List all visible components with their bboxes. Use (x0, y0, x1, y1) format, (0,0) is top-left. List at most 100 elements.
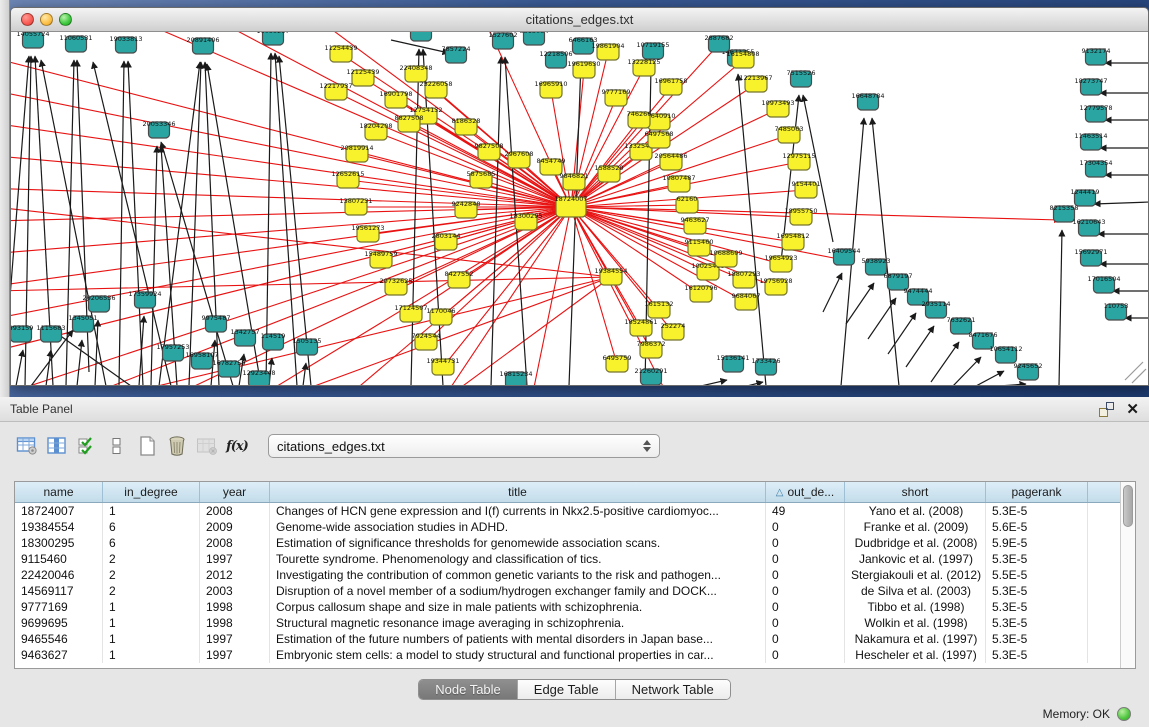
column-header-year[interactable]: year (200, 482, 270, 502)
control-panel-divider[interactable] (0, 0, 10, 397)
table-row[interactable]: 1830029562008Estimation of significance … (15, 535, 1120, 551)
cited-node[interactable]: 12652615 (331, 170, 364, 188)
close-panel-icon[interactable]: ✕ (1126, 402, 1139, 417)
cited-node[interactable]: 7924544 (412, 332, 441, 350)
column-header-pagerank[interactable]: pagerank (986, 482, 1088, 502)
cited-node[interactable]: 5875685 (467, 170, 496, 188)
column-visibility-icon[interactable] (44, 433, 70, 459)
tab-network-table[interactable]: Network Table (616, 680, 730, 699)
float-panel-icon[interactable] (1099, 402, 1114, 417)
cited-node[interactable]: 9846821 (560, 172, 589, 190)
table-row[interactable]: 1938455462009Genome-wide association stu… (15, 519, 1120, 535)
table-row[interactable]: 946362711997Embryonic stem cells: a mode… (15, 647, 1120, 663)
cited-node[interactable]: 9154401 (792, 180, 821, 198)
citing-node[interactable]: 18273747 (1074, 77, 1107, 95)
table-row[interactable]: 1456911722003Disruption of a novel membe… (15, 583, 1120, 599)
citation-network-graph[interactable]: 1405572411060531190338132089140616055287… (11, 32, 1149, 386)
citing-node[interactable]: 10653287 (404, 32, 437, 41)
table-row[interactable]: 946554611997Estimation of the future num… (15, 631, 1120, 647)
citing-node[interactable]: 1505135 (293, 337, 322, 355)
cited-node[interactable]: 16120796 (684, 284, 717, 302)
citing-node[interactable]: 19033813 (109, 35, 142, 53)
citing-node[interactable]: 1733426 (752, 357, 781, 375)
citing-node[interactable]: 1345051 (69, 314, 98, 332)
cited-node[interactable]: 8827508 (395, 114, 424, 132)
citing-node[interactable]: 9975487 (202, 314, 231, 332)
cited-node[interactable]: 9242848 (452, 200, 481, 218)
cited-node[interactable]: 7485063 (775, 125, 804, 143)
scrollbar-thumb[interactable] (1123, 485, 1133, 527)
citing-node[interactable]: 16815234 (499, 370, 532, 386)
delete-column-icon[interactable] (164, 433, 190, 459)
cited-node[interactable]: 19384554 (594, 267, 627, 285)
column-header-in_degree[interactable]: in_degree (103, 482, 200, 502)
citing-node[interactable]: 7515526 (787, 69, 816, 87)
cited-node[interactable]: 15489759 (364, 250, 397, 268)
cited-node[interactable]: 18807293 (727, 270, 760, 288)
citing-node[interactable]: 11060531 (59, 34, 92, 52)
citing-node[interactable]: 1527602 (489, 32, 518, 49)
cited-node[interactable]: 16961758 (654, 77, 687, 95)
table-row[interactable]: 911546021997Tourette syndrome. Phenomeno… (15, 551, 1120, 567)
cited-node[interactable]: 9463627 (681, 216, 710, 234)
cited-node[interactable]: 2803144 (432, 232, 461, 250)
citing-node[interactable]: 1342757 (231, 328, 260, 346)
cited-node[interactable]: 18955750 (784, 207, 817, 225)
citing-node[interactable]: 20206536 (82, 294, 115, 312)
citing-node[interactable]: 15692971 (1074, 248, 1107, 266)
citing-node[interactable]: 14055724 (16, 32, 49, 48)
tab-node-table[interactable]: Node Table (419, 680, 518, 699)
cited-node[interactable]: 10807487 (662, 174, 695, 192)
table-settings-icon[interactable] (14, 433, 40, 459)
cited-node[interactable]: 20732625 (379, 277, 412, 295)
table-row[interactable]: 1872400712008Changes of HCN gene express… (15, 503, 1120, 519)
unselect-rows-icon[interactable] (104, 433, 130, 459)
new-column-icon[interactable] (134, 433, 160, 459)
cited-node[interactable]: 20819914 (340, 144, 373, 162)
cited-node[interactable]: 19619630 (567, 60, 600, 78)
table-selector-dropdown[interactable]: citations_edges.txt (268, 434, 660, 458)
citing-node[interactable]: 17016504 (1087, 275, 1120, 293)
cited-node[interactable]: 62160 (676, 195, 698, 213)
cited-node[interactable]: 1170046 (427, 307, 456, 325)
cited-node[interactable]: 9684067 (732, 292, 761, 310)
citing-node[interactable]: 10719155 (636, 41, 669, 59)
citing-node[interactable]: 15136141 (716, 354, 749, 372)
citing-node[interactable]: 10654112 (989, 345, 1022, 363)
cited-node[interactable]: 19756928 (759, 277, 792, 295)
cited-node[interactable]: 9777169 (602, 88, 631, 106)
citing-node[interactable]: 110753 (1104, 302, 1129, 320)
citing-node[interactable]: 12779578 (1079, 104, 1112, 122)
cited-node[interactable]: 12213967 (739, 74, 772, 92)
cited-node[interactable]: 19861904 (591, 42, 624, 60)
citing-node[interactable]: 7857224 (442, 45, 471, 63)
table-row[interactable]: 2242004622012Investigating the contribut… (15, 567, 1120, 583)
tab-edge-table[interactable]: Edge Table (518, 680, 616, 699)
select-all-rows-icon[interactable] (74, 433, 100, 459)
table-row[interactable]: 969969511998Structural magnetic resonanc… (15, 615, 1120, 631)
citing-node[interactable]: 21260291 (634, 367, 667, 385)
citing-node[interactable]: 9132174 (1082, 47, 1111, 65)
function-builder-icon[interactable]: f(x) (224, 433, 250, 459)
citing-node[interactable]: 9245652 (1014, 362, 1043, 380)
hub-node[interactable]: 18724007 (554, 195, 587, 217)
cited-node[interactable]: 16965910 (534, 80, 567, 98)
citing-node[interactable]: 16648784 (851, 92, 884, 110)
citing-node[interactable]: 114519 (261, 332, 286, 350)
cited-node[interactable]: 6497568 (645, 130, 674, 148)
cited-node[interactable]: 17124507 (394, 304, 427, 322)
cited-node[interactable]: 1615132 (645, 300, 674, 318)
citing-node[interactable]: 1115683 (37, 324, 66, 342)
cited-node[interactable]: 19654923 (764, 254, 797, 272)
cited-node[interactable]: 252274 (661, 322, 686, 340)
column-header-title[interactable]: title (270, 482, 766, 502)
column-header-out_degree[interactable]: △out_de... (766, 482, 845, 502)
cited-node[interactable]: 9827508 (475, 142, 504, 160)
cited-node[interactable]: 13228125 (627, 58, 660, 76)
cited-node[interactable]: 746266 (627, 110, 652, 128)
cited-node[interactable]: 1588520 (595, 164, 624, 182)
cited-node[interactable]: 8186328 (452, 117, 481, 135)
cited-node[interactable]: 19561273 (351, 224, 384, 242)
cited-node[interactable]: 11254439 (324, 44, 357, 62)
cited-node[interactable]: 23226058 (419, 80, 452, 98)
